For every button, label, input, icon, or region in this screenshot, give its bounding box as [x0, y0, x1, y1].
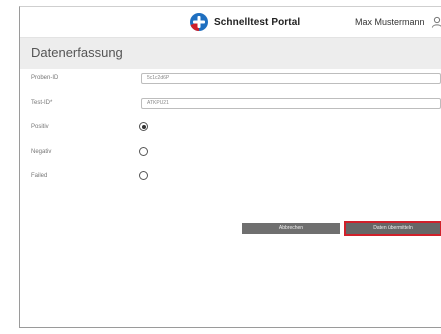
positiv-label: Positiv	[31, 124, 49, 130]
failed-radio[interactable]	[139, 171, 148, 180]
app-title: Schnelltest Portal	[214, 16, 301, 28]
test-id-label: Test-ID*	[31, 100, 53, 106]
app-window: Schnelltest Portal Max Mustermann Datene…	[19, 6, 441, 328]
section-header: Datenerfassung	[20, 38, 441, 69]
brand[interactable]: Schnelltest Portal	[189, 12, 300, 32]
proben-id-input[interactable]: 5c1c2d6P	[141, 73, 441, 84]
proben-id-label: Proben-ID	[31, 75, 59, 81]
test-id-input[interactable]: ATKPU21	[141, 98, 441, 109]
submit-data-button[interactable]: Daten übermitteln	[344, 221, 441, 236]
positiv-radio[interactable]	[139, 122, 148, 131]
top-header: Schnelltest Portal Max Mustermann	[20, 7, 441, 38]
failed-label: Failed	[31, 173, 48, 179]
user-icon	[431, 16, 441, 28]
negativ-radio[interactable]	[139, 147, 148, 156]
cancel-button[interactable]: Abbrechen	[242, 223, 340, 234]
section-title: Datenerfassung	[31, 45, 123, 60]
portal-logo-icon	[190, 13, 208, 32]
user-name: Max Mustermann	[355, 17, 425, 27]
negativ-label: Negativ	[31, 149, 52, 155]
user-menu[interactable]: Max Mustermann	[355, 16, 441, 28]
